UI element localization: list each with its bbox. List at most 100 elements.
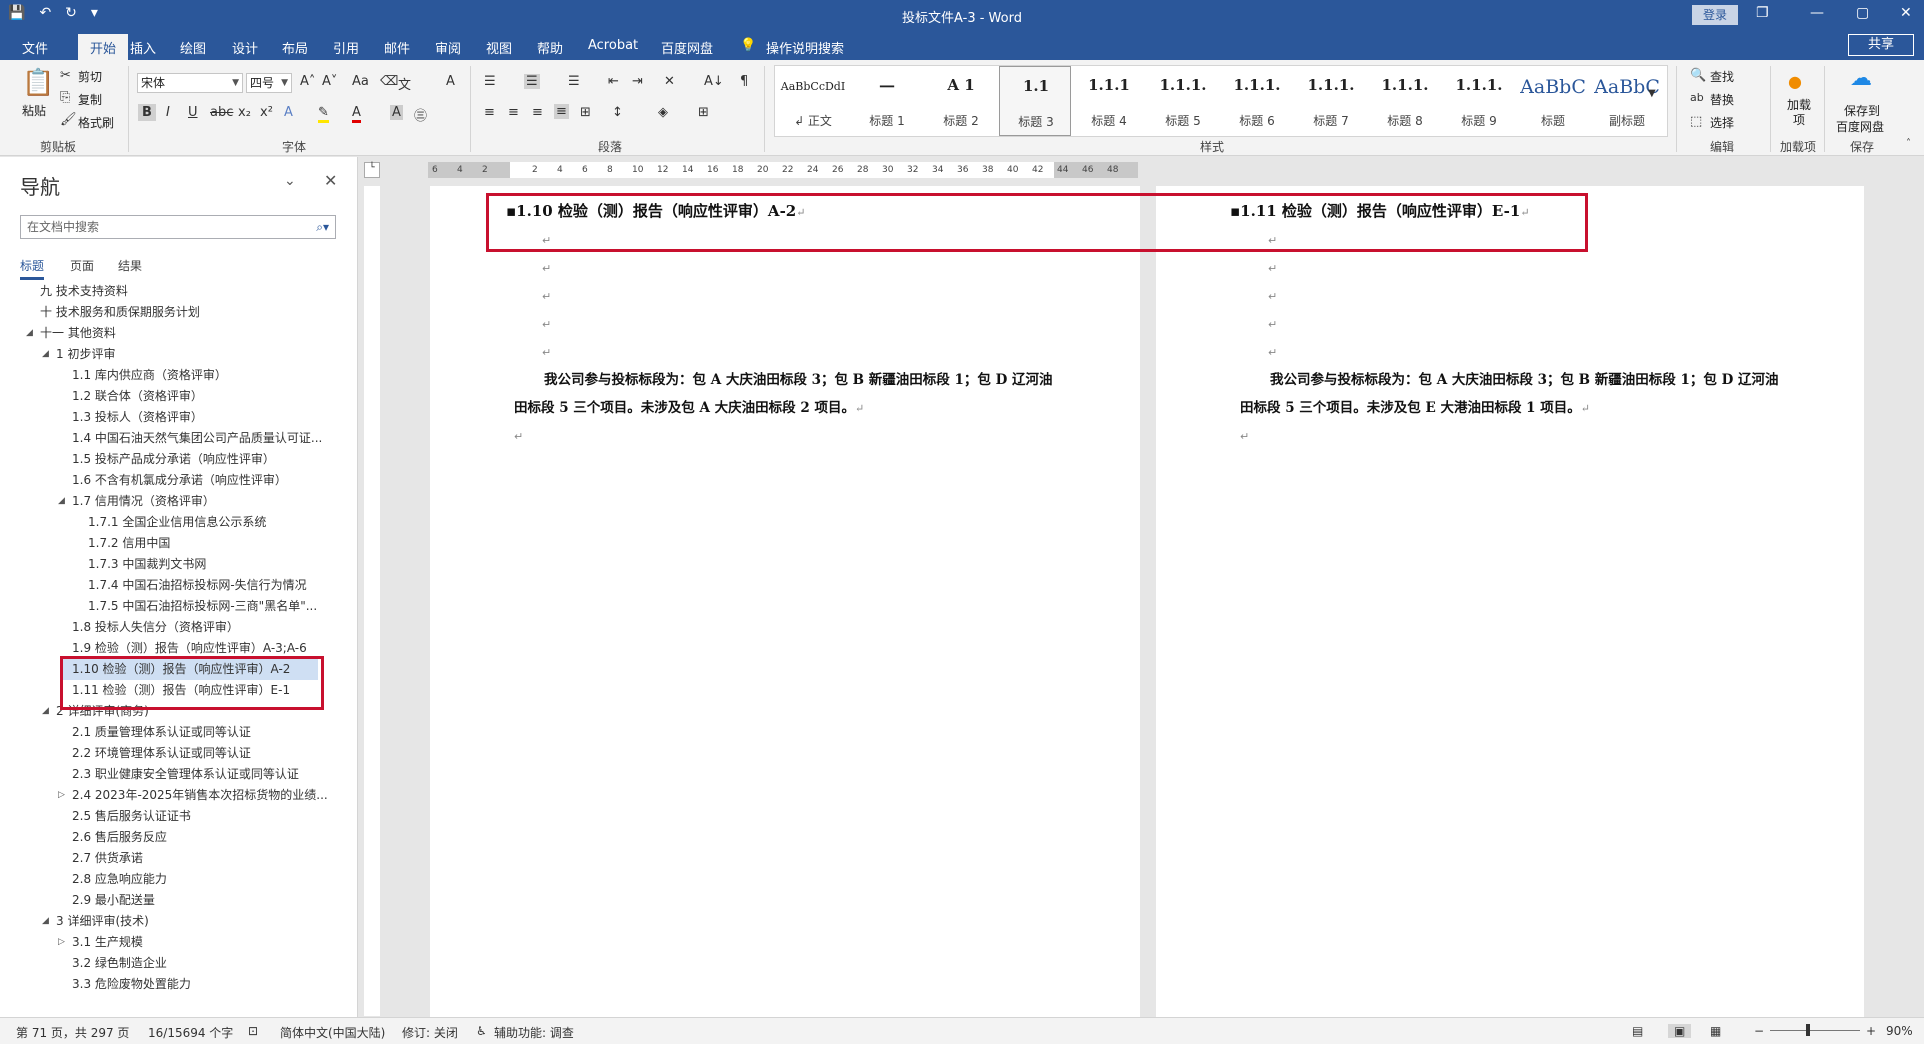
tab-design[interactable]: 设计 bbox=[232, 38, 258, 57]
vertical-ruler[interactable] bbox=[364, 186, 380, 1016]
char-border-icon[interactable]: A bbox=[446, 74, 455, 89]
style-item[interactable]: AaBbC 标题 bbox=[1517, 66, 1589, 136]
nav-heading-item[interactable]: 2.5 售后服务认证证书 bbox=[72, 806, 191, 827]
bullets-icon[interactable]: ☰ bbox=[484, 74, 496, 89]
align-left-icon[interactable]: ≡ bbox=[484, 105, 495, 120]
text-effects-icon[interactable]: A bbox=[284, 105, 293, 120]
print-layout-icon[interactable]: ▣ bbox=[1668, 1024, 1692, 1038]
zoom-out-icon[interactable]: − bbox=[1754, 1024, 1764, 1038]
replace-icon[interactable]: ab bbox=[1690, 91, 1704, 104]
save-to-baidu-line2[interactable]: 百度网盘 bbox=[1836, 118, 1884, 135]
highlight-icon[interactable]: ✎ bbox=[318, 105, 329, 123]
format-painter-icon[interactable]: 🖌 bbox=[60, 112, 77, 127]
strikethrough-icon[interactable]: abc bbox=[210, 105, 233, 120]
collapse-icon[interactable]: ◢ bbox=[42, 911, 49, 932]
proofing-icon[interactable]: ⊡ bbox=[248, 1024, 258, 1038]
style-item[interactable]: AaBbCcDdI ↲ 正文 bbox=[777, 66, 849, 136]
style-item[interactable]: 一标题 1 bbox=[851, 66, 923, 136]
enclosed-char-icon[interactable]: ㊂ bbox=[414, 105, 427, 124]
nav-heading-item[interactable]: ◢ 1 初步评审 bbox=[42, 344, 115, 365]
chevron-down-icon[interactable]: ⌄ bbox=[284, 173, 296, 189]
align-center-icon[interactable]: ≡ bbox=[508, 105, 519, 120]
language-status[interactable]: 简体中文(中国大陆) bbox=[280, 1024, 385, 1041]
copy-button[interactable]: 复制 bbox=[78, 91, 102, 108]
borders-icon[interactable]: ⊞ bbox=[698, 105, 709, 120]
close-icon[interactable]: ✕ bbox=[1900, 5, 1912, 21]
collapse-icon[interactable]: ◢ bbox=[58, 491, 65, 512]
nav-heading-item[interactable]: ▷ 2.4 2023年-2025年销售本次招标货物的业绩... bbox=[58, 785, 328, 806]
nav-heading-item[interactable]: ▷ 3.1 生产规模 bbox=[58, 932, 143, 953]
expand-icon[interactable]: ▷ bbox=[58, 785, 65, 806]
nav-heading-item[interactable]: 2.2 环境管理体系认证或同等认证 bbox=[72, 743, 251, 764]
maximize-icon[interactable]: ▢ bbox=[1856, 5, 1869, 21]
nav-heading-item[interactable]: 1.7.3 中国裁判文书网 bbox=[88, 554, 206, 575]
collapse-icon[interactable]: ◢ bbox=[42, 701, 49, 722]
tab-insert[interactable]: 插入 bbox=[130, 38, 156, 57]
nav-heading-item[interactable]: 1.7.5 中国石油招标投标网-三商"黑名单"... bbox=[88, 596, 317, 617]
nav-heading-item[interactable]: ◢ 十一 其他资料 bbox=[26, 323, 116, 344]
tab-selector[interactable]: └ bbox=[364, 162, 380, 178]
gallery-more-icon[interactable]: ▼ bbox=[1648, 88, 1656, 99]
distribute-icon[interactable]: ⊞ bbox=[580, 105, 591, 120]
expand-icon[interactable]: ▷ bbox=[58, 932, 65, 953]
shading-icon[interactable]: ◈ bbox=[658, 105, 668, 120]
copy-icon[interactable]: ⎘ bbox=[60, 90, 70, 105]
nav-heading-item[interactable]: 2.6 售后服务反应 bbox=[72, 827, 167, 848]
sort-icon[interactable]: A↓ bbox=[704, 74, 724, 89]
multilevel-list-icon[interactable]: ☰ bbox=[568, 74, 580, 89]
tab-acrobat[interactable]: Acrobat bbox=[588, 38, 638, 53]
share-button[interactable]: 共享 bbox=[1848, 34, 1914, 56]
addins-button[interactable]: 加载项 bbox=[1784, 98, 1814, 128]
nav-heading-item[interactable]: 十 技术服务和质保期服务计划 bbox=[40, 302, 200, 323]
nav-tab-headings[interactable]: 标题 bbox=[20, 257, 45, 280]
char-shading-icon[interactable]: A bbox=[390, 105, 403, 120]
select-icon[interactable]: ⬚ bbox=[1690, 114, 1702, 129]
nav-heading-item[interactable]: 1.4 中国石油天然气集团公司产品质量认可证... bbox=[72, 428, 322, 449]
tab-mail[interactable]: 邮件 bbox=[384, 38, 410, 57]
nav-heading-item[interactable]: 1.7.4 中国石油招标投标网-失信行为情况 bbox=[88, 575, 307, 596]
word-count[interactable]: 16/15694 个字 bbox=[148, 1024, 233, 1041]
zoom-slider-thumb[interactable] bbox=[1806, 1024, 1810, 1036]
zoom-slider[interactable] bbox=[1770, 1030, 1860, 1031]
page-count[interactable]: 第 71 页，共 297 页 bbox=[16, 1024, 129, 1041]
style-item[interactable]: 1.1.1. 标题 7 bbox=[1295, 66, 1367, 136]
tell-me-search[interactable]: 操作说明搜索 bbox=[766, 38, 844, 57]
tab-layout[interactable]: 布局 bbox=[282, 38, 308, 57]
collapse-icon[interactable]: ◢ bbox=[42, 344, 49, 365]
styles-gallery[interactable]: AaBbCcDdI ↲ 正文 一标题 1 A 1 标题 2 1.1 标题 3 1.1.1 标题 … bbox=[774, 65, 1668, 137]
superscript-icon[interactable]: x² bbox=[260, 105, 273, 120]
tab-review[interactable]: 审阅 bbox=[435, 38, 461, 57]
tab-home[interactable]: 开始 bbox=[78, 34, 129, 60]
nav-heading-item[interactable]: 九 技术支持资料 bbox=[40, 281, 128, 302]
font-name-combo[interactable]: 宋体 ▼ bbox=[137, 73, 243, 93]
minimize-icon[interactable]: — bbox=[1810, 5, 1824, 21]
style-item[interactable]: 1.1.1. 标题 5 bbox=[1147, 66, 1219, 136]
ribbon-display-icon[interactable]: ❐ bbox=[1756, 5, 1769, 21]
nav-heading-item[interactable]: 3.2 绿色制造企业 bbox=[72, 953, 167, 974]
clear-format-icon[interactable]: ⌫ bbox=[380, 74, 398, 89]
zoom-level[interactable]: 90% bbox=[1886, 1024, 1913, 1038]
increase-indent-icon[interactable]: ⇥ bbox=[632, 74, 643, 89]
italic-icon[interactable]: I bbox=[166, 105, 170, 120]
decrease-indent-icon[interactable]: ⇤ bbox=[608, 74, 619, 89]
nav-heading-item[interactable]: 2.3 职业健康安全管理体系认证或同等认证 bbox=[72, 764, 299, 785]
nav-tab-pages[interactable]: 页面 bbox=[70, 257, 94, 274]
phonetic-icon[interactable]: 文 bbox=[398, 74, 411, 93]
nav-heading-item[interactable]: 1.3 投标人（资格评审） bbox=[72, 407, 203, 428]
style-item[interactable]: 1.1.1. 标题 6 bbox=[1221, 66, 1293, 136]
accessibility-status[interactable]: 辅助功能: 调查 bbox=[494, 1024, 574, 1041]
save-to-baidu-line1[interactable]: 保存到 bbox=[1844, 102, 1880, 119]
font-size-combo[interactable]: 四号 ▼ bbox=[246, 73, 292, 93]
nav-heading-item[interactable]: 2.1 质量管理体系认证或同等认证 bbox=[72, 722, 251, 743]
close-icon[interactable]: ✕ bbox=[324, 171, 337, 190]
nav-tab-results[interactable]: 结果 bbox=[118, 257, 142, 274]
nav-heading-item[interactable]: 1.1 库内供应商（资格评审） bbox=[72, 365, 227, 386]
paste-icon[interactable]: 📋 bbox=[22, 68, 54, 98]
nav-heading-item[interactable]: 2.9 最小配送量 bbox=[72, 890, 155, 911]
nav-heading-item[interactable]: 1.6 不含有机氯成分承诺（响应性评审） bbox=[72, 470, 287, 491]
paste-button[interactable]: 粘贴 bbox=[22, 102, 46, 119]
login-button[interactable]: 登录 bbox=[1692, 5, 1738, 25]
style-item[interactable]: 1.1.1. 标题 9 bbox=[1443, 66, 1515, 136]
nav-heading-item[interactable]: ◢ 1.7 信用情况（资格评审） bbox=[58, 491, 215, 512]
style-item[interactable]: 1.1.1 标题 4 bbox=[1073, 66, 1145, 136]
